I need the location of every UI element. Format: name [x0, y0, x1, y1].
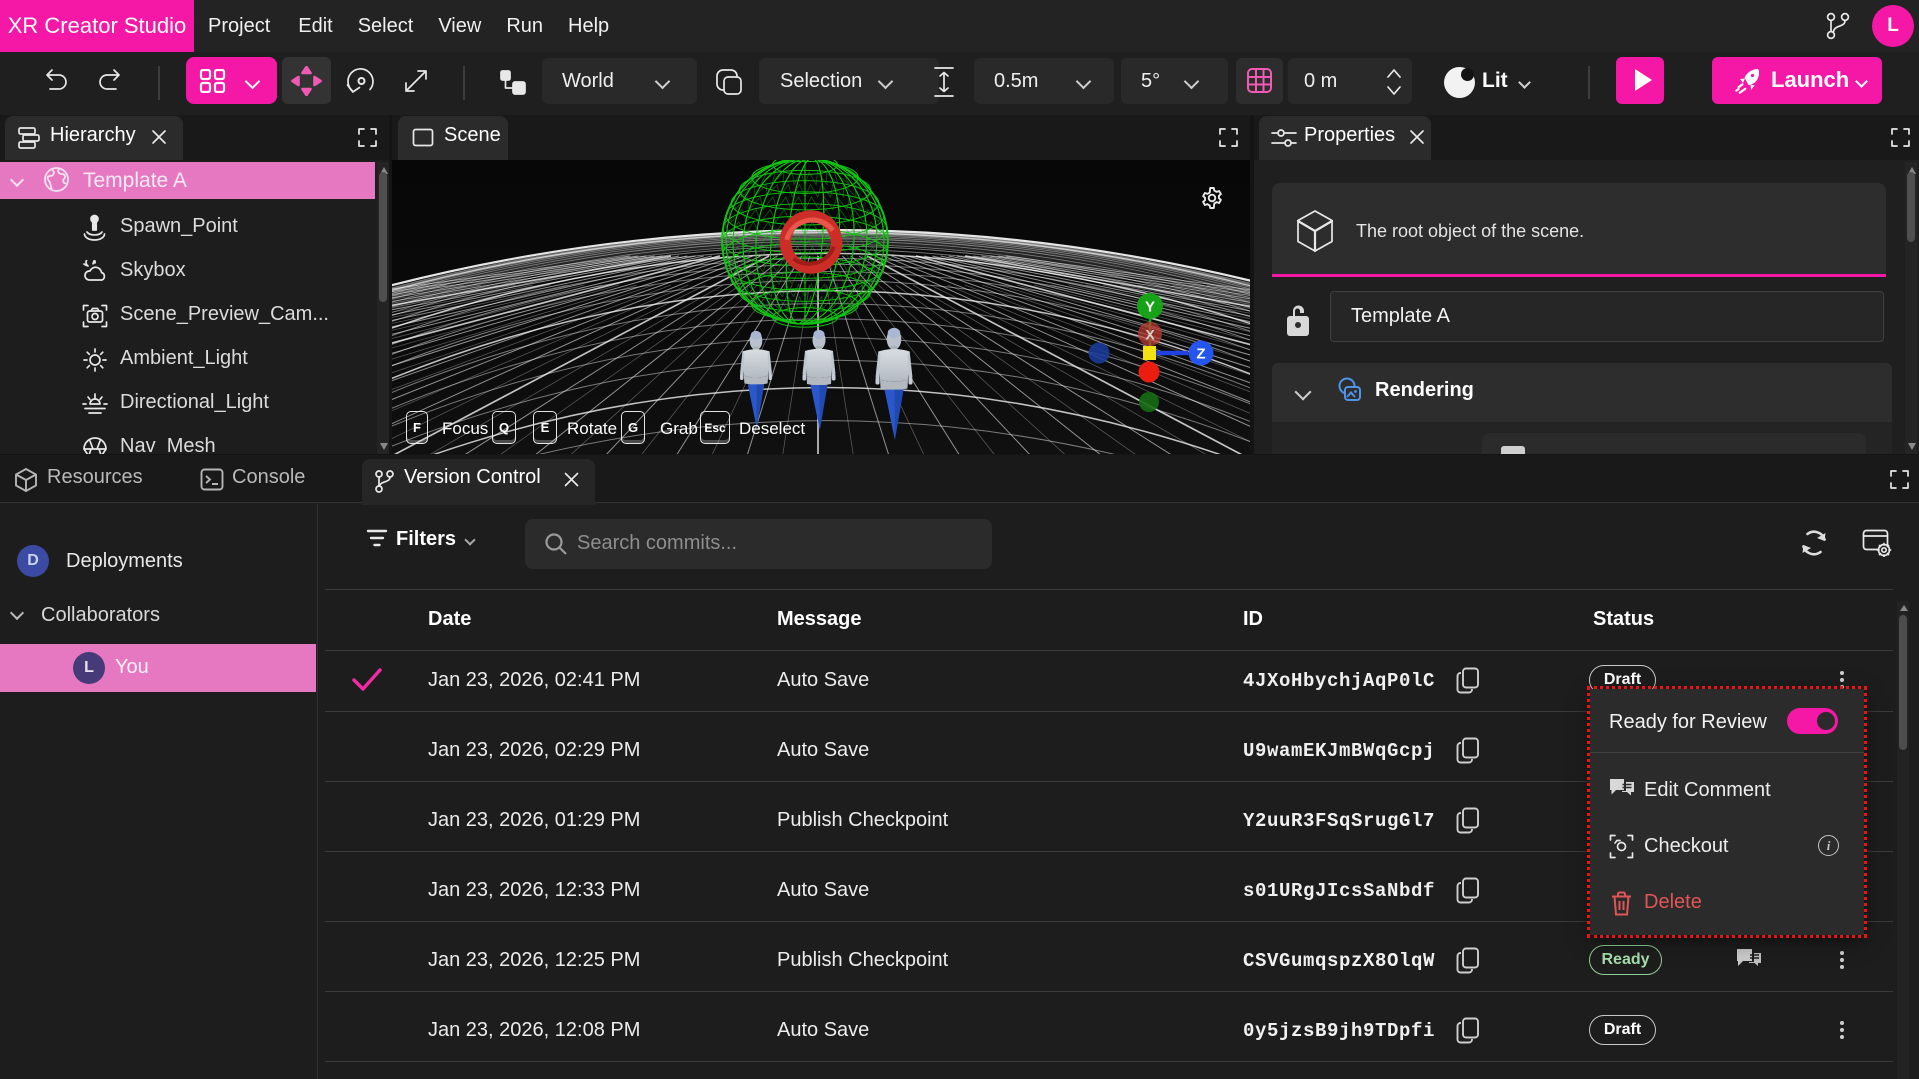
svg-text:Y: Y	[1145, 299, 1155, 316]
svg-text:X: X	[1145, 327, 1155, 343]
svg-text:Z: Z	[1196, 346, 1205, 363]
